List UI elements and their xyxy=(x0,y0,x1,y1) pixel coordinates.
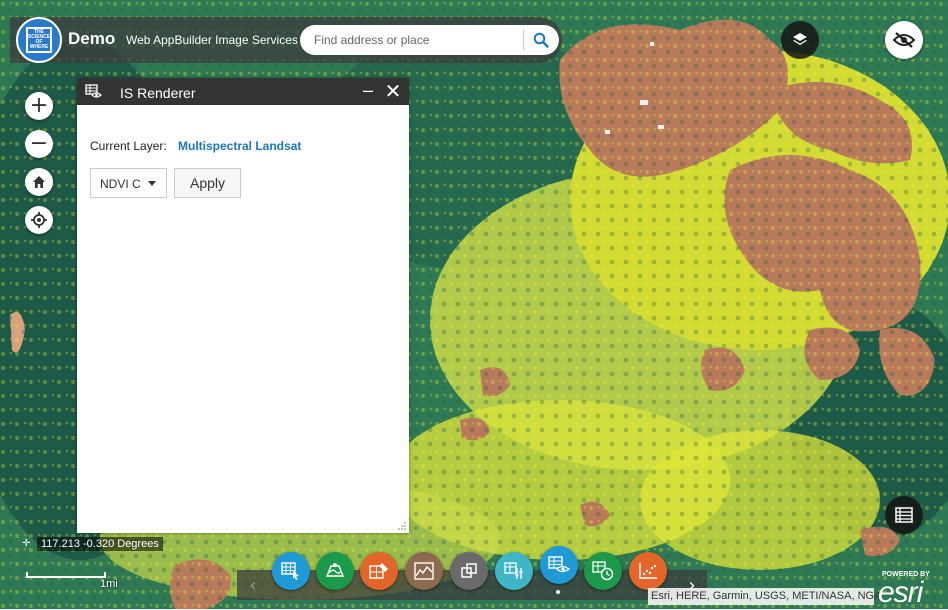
change-detection-icon xyxy=(325,563,345,577)
logo-text: THE SCIENCE OF WHERE xyxy=(26,27,52,53)
renderer-select-value: NDVI Colorized xyxy=(100,177,140,191)
classification-button[interactable] xyxy=(360,552,398,590)
current-layer-value: Multispectral Landsat xyxy=(178,139,302,153)
table-icon xyxy=(895,507,913,523)
compare-button[interactable] xyxy=(450,552,488,590)
minus-icon: − xyxy=(29,131,49,156)
home-icon xyxy=(33,176,45,188)
esri-logo-text[interactable]: esri xyxy=(878,576,923,610)
change-detection-button[interactable] xyxy=(316,552,354,590)
resize-handle-icon[interactable] xyxy=(397,521,407,531)
layers-icon xyxy=(793,33,807,45)
search-divider xyxy=(523,30,524,50)
image-selector-button[interactable] xyxy=(272,552,310,590)
zoom-in-button[interactable]: + xyxy=(25,92,53,120)
layer-list-button[interactable] xyxy=(781,21,819,59)
minimize-button[interactable]: – xyxy=(360,80,376,101)
classification-icon xyxy=(369,563,388,579)
scale-label: 1mi xyxy=(100,578,118,590)
zoom-out-button[interactable]: − xyxy=(25,130,53,158)
chevron-down-icon xyxy=(148,181,156,186)
bands-icon xyxy=(504,562,523,579)
renderer-button[interactable] xyxy=(540,546,578,584)
search-icon xyxy=(533,32,549,48)
locate-icon xyxy=(31,212,47,228)
bands-button[interactable] xyxy=(495,552,533,590)
apply-button[interactable]: Apply xyxy=(174,168,241,198)
panel-header[interactable]: IS Renderer – ✕ xyxy=(77,78,409,105)
time-button[interactable] xyxy=(584,552,622,590)
esri-logo: THE SCIENCE OF WHERE xyxy=(16,17,62,63)
toolbar-prev-button[interactable]: ‹ xyxy=(239,570,267,600)
scatterplot-icon xyxy=(639,563,657,579)
profile-icon xyxy=(414,562,434,580)
compare-icon xyxy=(461,563,477,578)
close-button[interactable]: ✕ xyxy=(384,79,402,103)
is-renderer-panel: IS Renderer – ✕ Current Layer: Multispec… xyxy=(77,78,409,533)
coordinate-readout: 117.213 -0.320 Degrees xyxy=(37,537,163,551)
map-attribution[interactable]: Esri, HERE, Garmin, USGS, METI/NASA, NGA xyxy=(648,588,881,605)
current-layer-label: Current Layer: xyxy=(90,139,167,153)
visibility-toggle-button[interactable] xyxy=(885,21,923,59)
search-button[interactable] xyxy=(528,28,554,52)
renderer-icon xyxy=(548,556,570,573)
renderer-select[interactable]: NDVI Colorized xyxy=(90,168,167,198)
search-box xyxy=(300,25,559,55)
panel-title: IS Renderer xyxy=(120,85,196,101)
profile-button[interactable] xyxy=(405,552,443,590)
renderer-icon xyxy=(85,84,102,98)
app-subtitle: Web AppBuilder Image Services xyxy=(126,33,298,47)
eye-off-icon xyxy=(893,32,915,48)
search-input[interactable] xyxy=(314,25,514,55)
app-title: Demo xyxy=(68,29,116,48)
home-button[interactable] xyxy=(25,168,53,196)
active-widget-indicator xyxy=(556,590,560,594)
scatterplot-button[interactable] xyxy=(629,552,667,590)
image-selector-icon xyxy=(281,562,299,580)
plus-icon: + xyxy=(29,93,49,118)
attribute-table-button[interactable] xyxy=(885,496,923,534)
my-location-button[interactable] xyxy=(25,206,53,234)
time-icon xyxy=(592,561,614,581)
scale-bar xyxy=(26,572,106,578)
coordinate-icon[interactable]: ✛ xyxy=(22,538,30,549)
